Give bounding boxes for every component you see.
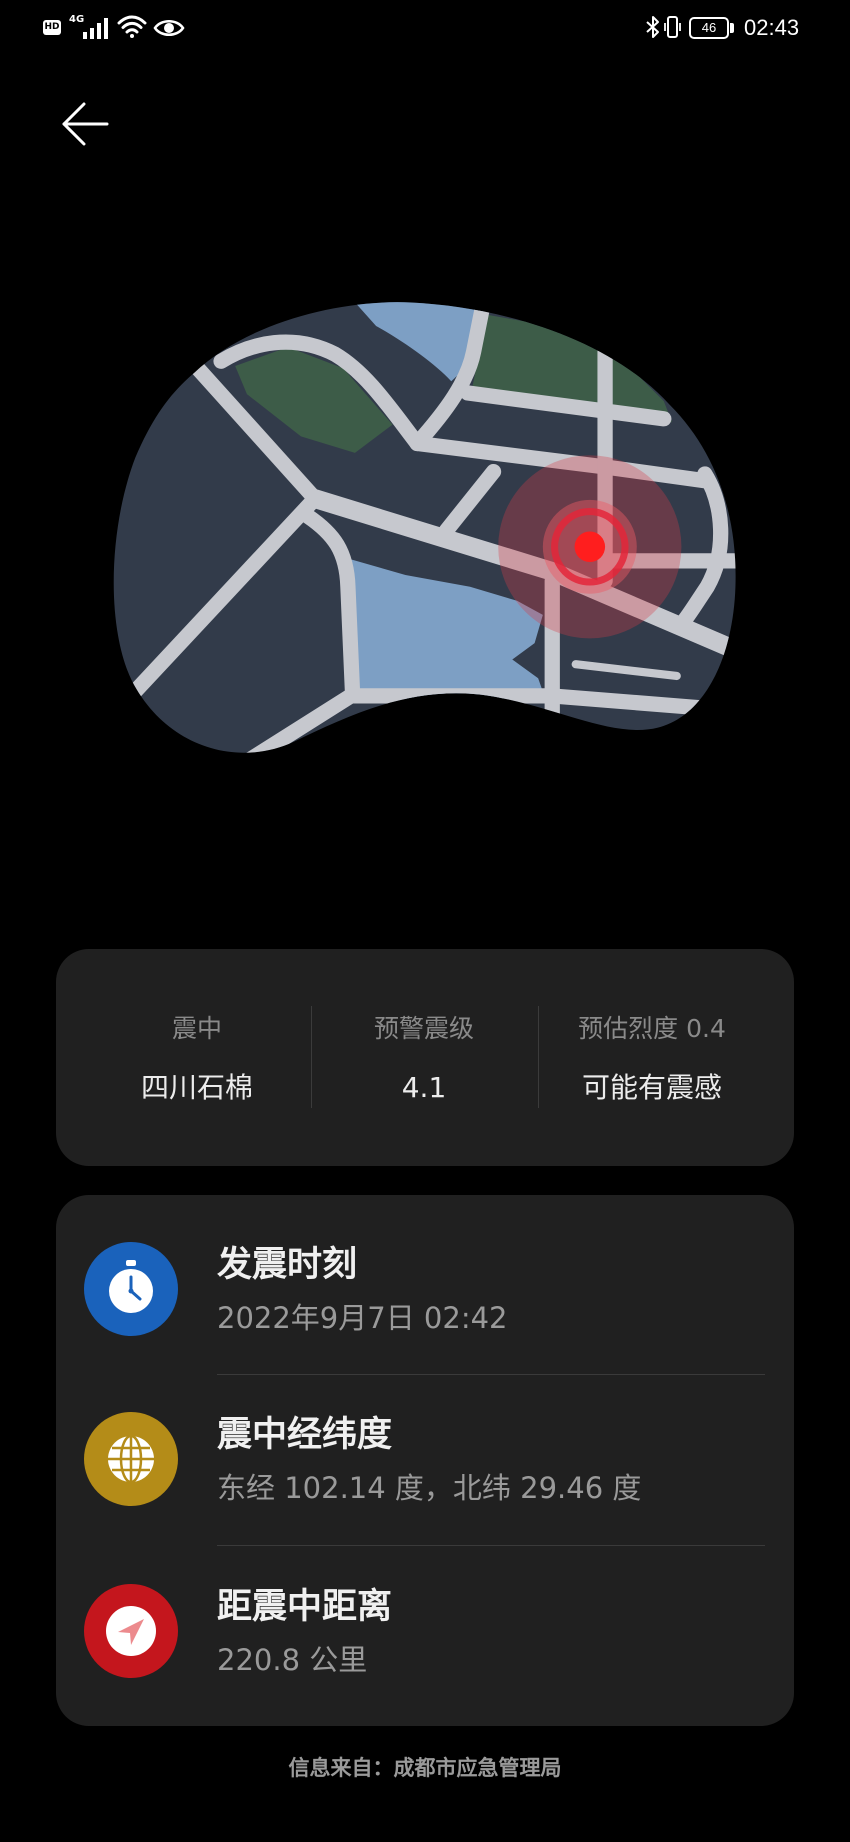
back-button[interactable] <box>56 97 114 151</box>
hd-icon: HD <box>43 20 61 35</box>
epicenter-label: 震中 <box>171 1014 222 1043</box>
battery-nub <box>730 23 734 33</box>
bluetooth-icon <box>646 16 659 38</box>
eye-comfort-icon <box>153 20 185 36</box>
epicenter-value: 四川石棉 <box>140 1071 253 1104</box>
epicenter-summary: 震中 四川石棉 <box>77 949 317 1166</box>
status-time: 02:43 <box>744 15 800 40</box>
magnitude-value: 4.1 <box>401 1071 447 1104</box>
stopwatch-icon <box>84 1242 178 1336</box>
wifi-icon <box>117 15 147 38</box>
battery-level: 46 <box>701 20 717 35</box>
data-source-note: 信息来自：成都市应急管理局 <box>288 1756 562 1780</box>
status-bar: HD 4G 46 02:43 <box>0 0 850 56</box>
arrow-left-icon <box>62 102 109 146</box>
detail-row-coordinates: 震中经纬度 东经 102.14 度，北纬 29.46 度 <box>56 1374 794 1544</box>
intensity-summary: 预估烈度 0.4 可能有震感 <box>532 949 772 1166</box>
time-value: 2022年9月7日 02:42 <box>217 1301 508 1335</box>
distance-value: 220.8 公里 <box>217 1643 368 1677</box>
globe-icon <box>84 1412 178 1506</box>
cellular-signal-icon <box>83 18 108 39</box>
battery-icon: 46 <box>689 17 729 39</box>
navigation-arrow-icon <box>84 1584 178 1678</box>
distance-title: 距震中距离 <box>217 1587 393 1627</box>
intensity-value: 可能有震感 <box>581 1071 722 1104</box>
detail-row-distance: 距震中距离 220.8 公里 <box>56 1546 794 1716</box>
magnitude-label: 预警震级 <box>373 1014 474 1043</box>
coordinates-title: 震中经纬度 <box>217 1415 393 1455</box>
vibrate-icon <box>664 16 681 38</box>
details-card: 发震时刻 2022年9月7日 02:42 震中经纬度 东经 102.14 度，北… <box>56 1195 794 1726</box>
magnitude-summary: 预警震级 4.1 <box>304 949 544 1166</box>
intensity-label: 预估烈度 0.4 <box>578 1014 726 1043</box>
earthquake-map-illustration <box>113 302 736 753</box>
coordinates-value: 东经 102.14 度，北纬 29.46 度 <box>217 1471 642 1505</box>
summary-card: 震中 四川石棉 预警震级 4.1 预估烈度 0.4 可能有震感 <box>56 949 794 1166</box>
detail-row-time: 发震时刻 2022年9月7日 02:42 <box>56 1204 794 1374</box>
time-title: 发震时刻 <box>217 1245 358 1285</box>
epicenter-marker <box>498 455 682 639</box>
